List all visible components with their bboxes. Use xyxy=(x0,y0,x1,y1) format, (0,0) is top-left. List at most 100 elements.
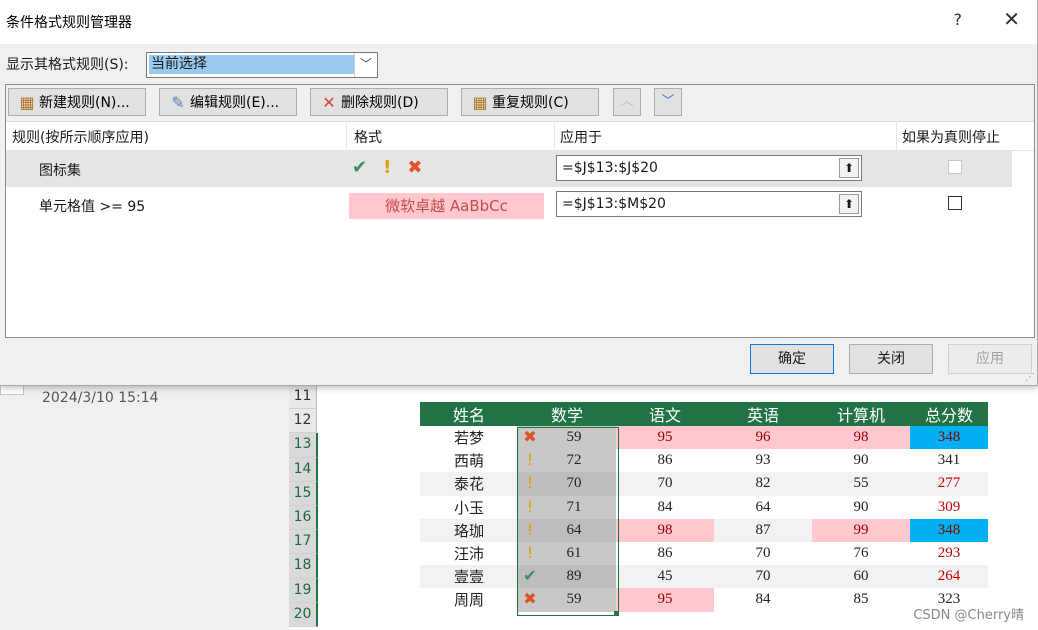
conditional-format-dialog: 条件格式规则管理器 ? ✕ 显示其格式规则(S): 当前选择 ﹀ ▦ 新建规则(… xyxy=(0,0,1038,386)
cell-total[interactable]: 348 xyxy=(910,426,988,450)
cell-math[interactable]: ! 64 xyxy=(518,518,616,542)
cell-total[interactable]: 293 xyxy=(910,542,988,565)
cell-chinese[interactable]: 95 xyxy=(616,426,714,450)
stop-if-true-checkbox[interactable] xyxy=(948,196,962,210)
row-header[interactable]: 14 xyxy=(289,457,318,482)
row-header[interactable]: 12 xyxy=(289,409,317,434)
table-row: 西萌 ! 72 86 93 90 341 xyxy=(420,449,988,473)
row-header[interactable]: 15 xyxy=(289,481,318,506)
range-select-icon[interactable]: ⬆ xyxy=(839,194,859,214)
header-chinese[interactable]: 语文 xyxy=(616,402,714,426)
cell-chinese[interactable]: 86 xyxy=(616,449,714,472)
header-math[interactable]: 数学 xyxy=(518,402,616,426)
cell-name[interactable]: 壹壹 xyxy=(420,565,518,589)
cell-english[interactable]: 96 xyxy=(714,426,812,450)
close-icon[interactable]: ✕ xyxy=(1003,7,1020,31)
cell-name[interactable]: 珞珈 xyxy=(420,518,518,542)
cell-computer[interactable]: 90 xyxy=(812,496,910,519)
cell-english[interactable]: 84 xyxy=(714,588,812,611)
help-button[interactable]: ? xyxy=(954,10,963,29)
ok-button[interactable]: 确定 xyxy=(750,344,834,374)
x-icon: ✖ xyxy=(523,589,537,609)
cell-total[interactable]: 348 xyxy=(910,518,988,542)
col-stop: 如果为真则停止 xyxy=(902,130,1000,146)
cell-computer[interactable]: 55 xyxy=(812,472,910,496)
cell-computer[interactable]: 76 xyxy=(812,542,910,565)
cell-math[interactable]: ✔ 89 xyxy=(518,565,616,589)
show-rules-select[interactable]: 当前选择 ﹀ xyxy=(146,52,378,78)
cell-total[interactable]: 341 xyxy=(910,449,988,472)
duplicate-rule-button[interactable]: ▦ 重复规则(C) xyxy=(461,88,599,116)
cell-chinese[interactable]: 95 xyxy=(616,588,714,612)
show-rules-value: 当前选择 xyxy=(149,55,355,74)
show-rules-label: 显示其格式规则(S): xyxy=(6,57,129,73)
cell-name[interactable]: 小玉 xyxy=(420,496,518,519)
close-button[interactable]: 关闭 xyxy=(849,344,933,374)
cell-computer[interactable]: 98 xyxy=(812,426,910,450)
table-new-icon: ▦ xyxy=(19,93,35,112)
cell-english[interactable]: 70 xyxy=(714,565,812,589)
chevron-down-icon[interactable]: ﹀ xyxy=(354,53,377,77)
cell-english[interactable]: 64 xyxy=(714,496,812,519)
exclaim-icon: ! xyxy=(526,496,534,516)
resize-grip-icon[interactable]: ⋰ xyxy=(1025,372,1035,383)
cell-name[interactable]: 西萌 xyxy=(420,449,518,472)
cell-chinese[interactable]: 45 xyxy=(616,565,714,589)
cell-name[interactable]: 泰花 xyxy=(420,472,518,496)
cell-english[interactable]: 93 xyxy=(714,449,812,472)
new-rule-button[interactable]: ▦ 新建规则(N)... xyxy=(8,88,146,116)
row-header[interactable]: 11 xyxy=(289,385,317,410)
row-header[interactable]: 17 xyxy=(289,530,318,555)
row-header[interactable]: 20 xyxy=(289,602,318,627)
header-computer[interactable]: 计算机 xyxy=(812,402,910,426)
edit-rule-button[interactable]: ✎ 编辑规则(E)... xyxy=(159,88,297,116)
move-down-icon[interactable]: ﹀ xyxy=(654,88,682,116)
cell-math[interactable]: ✖ 59 xyxy=(518,426,616,450)
cell-english[interactable]: 87 xyxy=(714,518,812,542)
cell-name[interactable]: 汪沛 xyxy=(420,542,518,565)
dialog-titlebar[interactable]: 条件格式规则管理器 ? ✕ xyxy=(0,0,1037,44)
cell-computer[interactable]: 85 xyxy=(812,588,910,611)
applies-to-field[interactable]: =$J$13:$M$20 ⬆ xyxy=(556,191,862,217)
move-up-icon[interactable]: ︿ xyxy=(613,88,641,116)
header-name[interactable]: 姓名 xyxy=(420,402,518,426)
cell-english[interactable]: 82 xyxy=(714,472,812,496)
row-header[interactable]: 13 xyxy=(289,433,318,458)
cell-total[interactable]: 309 xyxy=(910,496,988,519)
fill-handle[interactable] xyxy=(614,611,619,616)
rule-row-cellvalue[interactable]: 单元格值 >= 95 微软卓越 AaBbCc =$J$13:$M$20 ⬆ xyxy=(6,187,1012,223)
new-rule-label: 新建规则(N)... xyxy=(39,95,130,111)
cell-chinese[interactable]: 84 xyxy=(616,496,714,519)
cell-math[interactable]: ✖ 59 xyxy=(518,588,616,612)
cell-name[interactable]: 周周 xyxy=(420,588,518,611)
cell-math[interactable]: ! 61 xyxy=(518,541,616,566)
rule-row-iconset[interactable]: 图标集 ✔! ✖ =$J$13:$J$20 ⬆ xyxy=(6,151,1012,187)
cell-math[interactable]: ! 72 xyxy=(518,449,616,473)
math-value: 61 xyxy=(566,545,582,562)
cell-chinese[interactable]: 70 xyxy=(616,472,714,496)
cell-total[interactable]: 264 xyxy=(910,565,988,589)
row-header[interactable]: 16 xyxy=(289,505,318,531)
header-total[interactable]: 总分数 xyxy=(910,402,988,426)
format-preview: 微软卓越 AaBbCc xyxy=(349,193,544,219)
exclaim-icon: ! xyxy=(526,450,534,470)
row-header[interactable]: 19 xyxy=(289,578,318,603)
delete-rule-button[interactable]: ✕ 删除规则(D) xyxy=(310,88,448,116)
cell-chinese[interactable]: 86 xyxy=(616,542,714,565)
row-header[interactable]: 18 xyxy=(289,554,318,579)
cell-total[interactable]: 277 xyxy=(910,472,988,496)
cell-name[interactable]: 若梦 xyxy=(420,426,518,449)
cell-computer[interactable]: 90 xyxy=(812,449,910,472)
table-row: 汪沛 ! 61 86 70 76 293 xyxy=(420,541,988,566)
cell-computer[interactable]: 60 xyxy=(812,565,910,589)
range-select-icon[interactable]: ⬆ xyxy=(839,158,859,178)
cell-english[interactable]: 70 xyxy=(714,542,812,565)
cell-math[interactable]: ! 70 xyxy=(518,472,616,496)
cell-chinese[interactable]: 98 xyxy=(616,518,714,542)
cell-math[interactable]: ! 71 xyxy=(518,495,616,519)
cell-computer[interactable]: 99 xyxy=(812,518,910,542)
table-row: 若梦 ✖ 59 95 96 98 348 xyxy=(420,426,988,450)
header-english[interactable]: 英语 xyxy=(714,402,812,426)
applies-to-field[interactable]: =$J$13:$J$20 ⬆ xyxy=(556,155,862,181)
math-value: 64 xyxy=(566,521,582,538)
